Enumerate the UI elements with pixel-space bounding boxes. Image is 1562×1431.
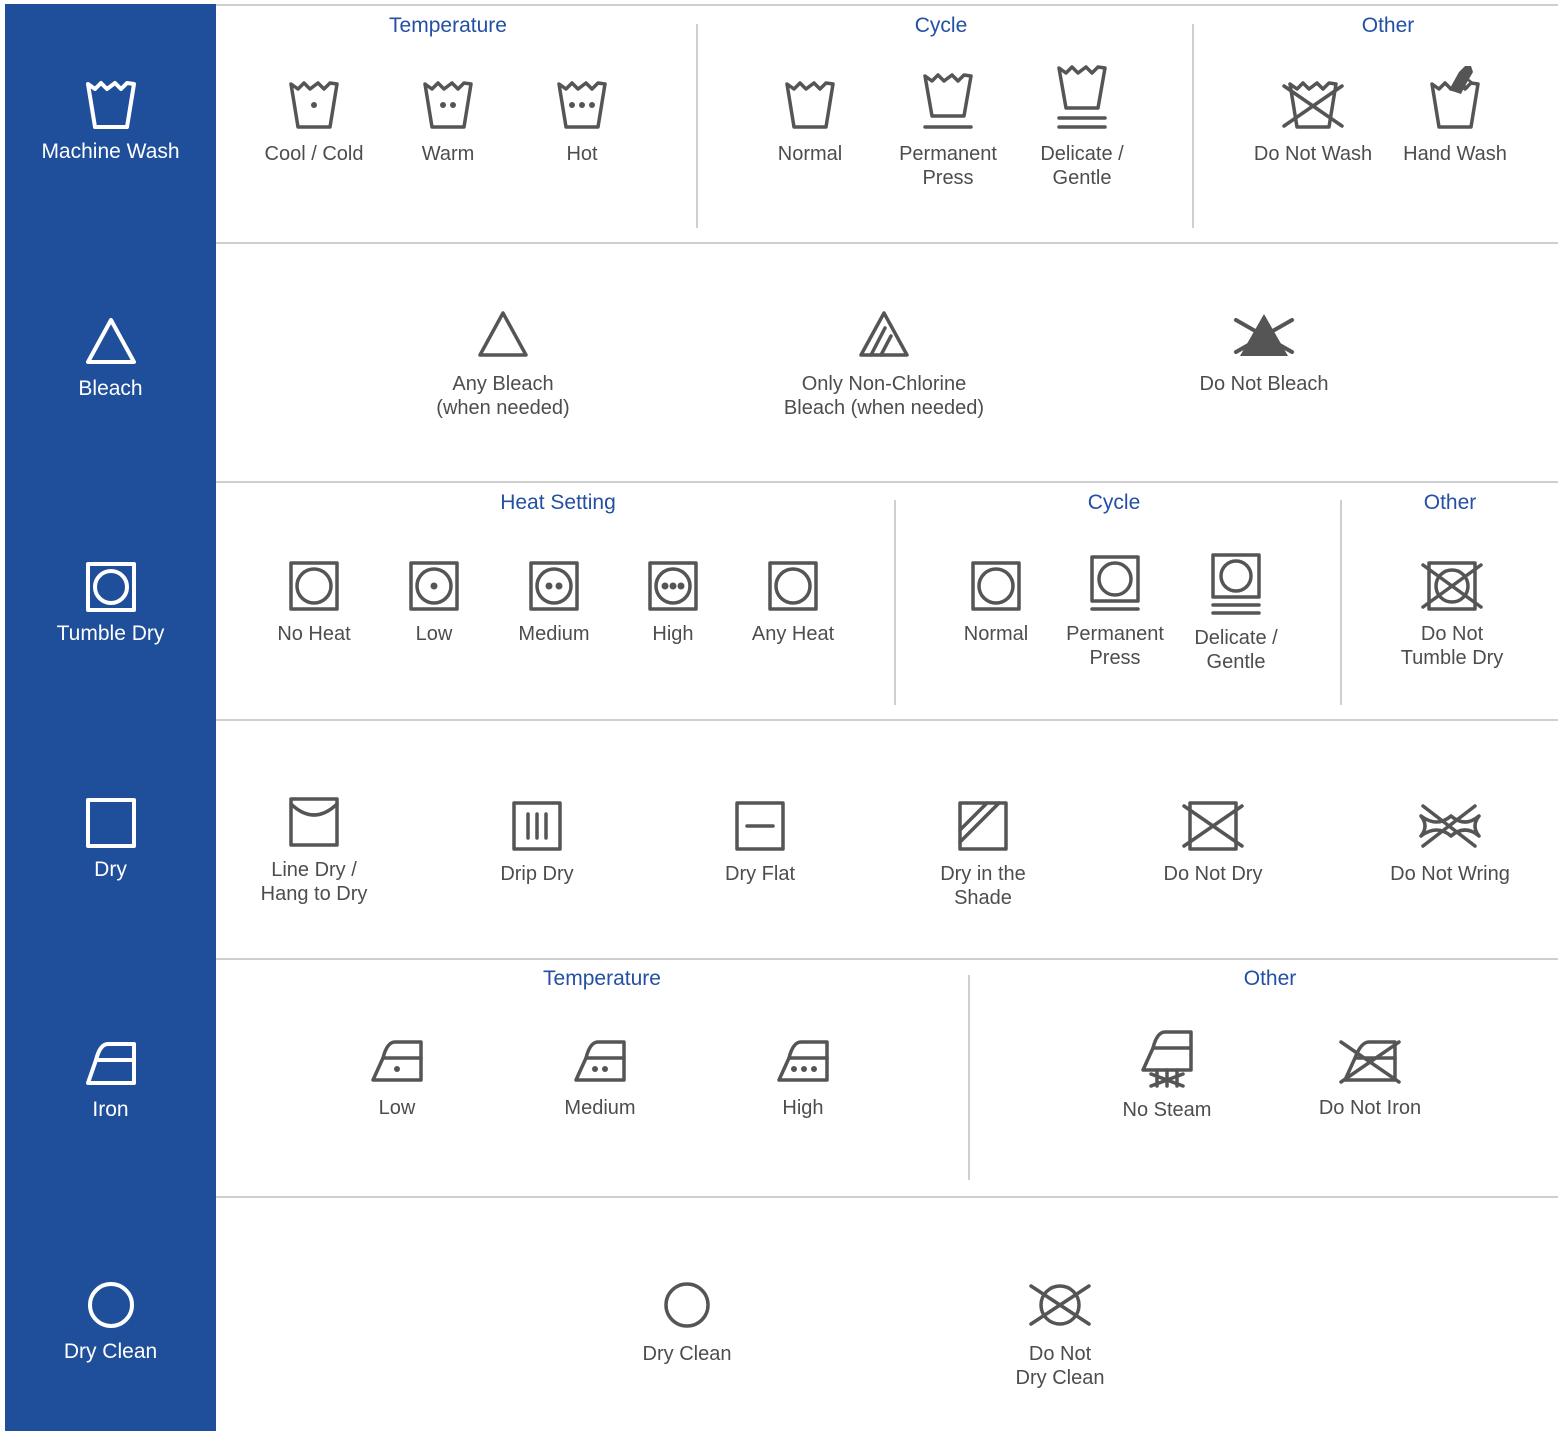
tumble-dry-one-dot-icon (409, 561, 459, 611)
row-divider (216, 242, 1558, 244)
do-not-wring-icon (1419, 804, 1481, 848)
section-title: Temperature (389, 14, 507, 37)
category-label: Dry Clean (63, 1340, 158, 1363)
do-not-wash-icon (1282, 81, 1344, 129)
category-column (5, 4, 216, 1431)
iron-no-steam: No Steam (1082, 1028, 1252, 1122)
wash-tub-two-bars-icon (1057, 65, 1107, 129)
do-not-tumble-dry-icon (1421, 561, 1483, 611)
iron-icon (85, 1042, 136, 1085)
dry-clean: Dry Clean (602, 1278, 772, 1366)
section-title: Temperature (543, 967, 661, 990)
dry-flat-icon (735, 801, 785, 851)
tumble-dry-icon (768, 561, 818, 611)
category-bleach: Bleach (5, 315, 216, 401)
wash-tub-icon (785, 81, 835, 129)
section-title: Cycle (914, 14, 968, 37)
non-chlorine-bleach: Only Non-Chlorine Bleach (when needed) (764, 308, 1004, 420)
wash-tub-three-dots-icon (557, 81, 607, 129)
do-not-iron: Do Not Iron (1285, 1036, 1455, 1120)
section-title: Other (1361, 14, 1415, 37)
do-not-wring: Do Not Wring (1365, 800, 1535, 886)
section-title: Other (1243, 967, 1297, 990)
dry-flat: Dry Flat (675, 800, 845, 886)
row-divider (216, 1196, 1558, 1198)
category-label: Machine Wash (41, 140, 180, 163)
wash-delicate-gentle: Delicate / Gentle (997, 62, 1167, 190)
tumble-dry-three-dots-icon (648, 561, 698, 611)
tumble-dry-two-bars-icon (1211, 553, 1261, 615)
section-title: Cycle (1087, 491, 1141, 514)
section-divider (1192, 24, 1194, 228)
iron-low: Low (312, 1036, 482, 1120)
dry-clean-circle-icon (664, 1282, 710, 1328)
iron-three-dots-icon (777, 1040, 829, 1082)
line-dry-icon (289, 797, 339, 847)
any-bleach: Any Bleach (when needed) (393, 308, 613, 420)
row-divider (216, 958, 1558, 960)
drip-dry: Drip Dry (452, 800, 622, 886)
do-not-iron-icon (1339, 1040, 1401, 1084)
wash-hot: Hot (497, 78, 667, 166)
iron-one-dot-icon (371, 1040, 423, 1082)
iron-two-dots-icon (574, 1040, 626, 1082)
do-not-dry-clean-icon (1029, 1284, 1091, 1326)
dry-in-shade-icon (958, 801, 1008, 851)
category-label: Tumble Dry (56, 622, 165, 645)
wash-tub-two-dots-icon (423, 81, 473, 129)
row-divider (216, 719, 1558, 721)
dry-in-shade: Dry in the Shade (898, 800, 1068, 910)
tumble-dry-icon (85, 562, 136, 612)
drip-dry-icon (512, 801, 562, 851)
do-not-dry-clean: Do Not Dry Clean (975, 1278, 1145, 1390)
tumble-any-heat: Any Heat (708, 560, 878, 646)
do-not-bleach-icon (1234, 314, 1294, 356)
dry-square-icon (85, 798, 136, 848)
line-dry: Line Dry / Hang to Dry (229, 796, 399, 906)
tumble-delicate-gentle: Delicate / Gentle (1151, 552, 1321, 674)
hand-wash: Hand Wash (1370, 62, 1540, 166)
machine-wash-icon (85, 81, 136, 129)
do-not-dry: Do Not Dry (1128, 800, 1298, 886)
triangle-striped-icon (859, 311, 909, 357)
hand-wash-icon (1430, 66, 1480, 129)
category-tumble-dry: Tumble Dry (5, 560, 216, 646)
bleach-icon (85, 318, 136, 364)
section-divider (894, 500, 896, 705)
category-label: Bleach (78, 377, 143, 400)
category-label: Dry (94, 858, 127, 881)
category-iron: Iron (5, 1036, 216, 1122)
row-divider (216, 481, 1558, 483)
wash-tub-one-dot-icon (289, 81, 339, 129)
section-divider (968, 975, 970, 1180)
do-not-tumble-dry: Do Not Tumble Dry (1367, 560, 1537, 670)
category-label: Iron (92, 1098, 129, 1121)
wash-tub-one-bar-icon (923, 73, 973, 129)
category-dry: Dry (5, 796, 216, 882)
iron-high: High (718, 1036, 888, 1120)
section-divider (696, 24, 698, 228)
do-not-bleach: Do Not Bleach (1154, 308, 1374, 396)
tumble-dry-two-dots-icon (529, 561, 579, 611)
tumble-dry-icon (971, 561, 1021, 611)
iron-no-steam-icon (1141, 1030, 1193, 1088)
dry-clean-circle-icon (87, 1282, 134, 1328)
triangle-icon (478, 311, 528, 357)
section-title: Other (1423, 491, 1477, 514)
category-dry-clean: Dry Clean (5, 1278, 216, 1364)
do-not-dry-icon (1182, 801, 1244, 851)
section-divider (1340, 500, 1342, 705)
iron-medium: Medium (515, 1036, 685, 1120)
tumble-dry-one-bar-icon (1090, 555, 1140, 611)
row-divider (216, 4, 1558, 6)
category-machine-wash: Machine Wash (5, 78, 216, 164)
section-title: Heat Setting (500, 491, 616, 514)
tumble-dry-filled-circle-icon (289, 561, 339, 611)
